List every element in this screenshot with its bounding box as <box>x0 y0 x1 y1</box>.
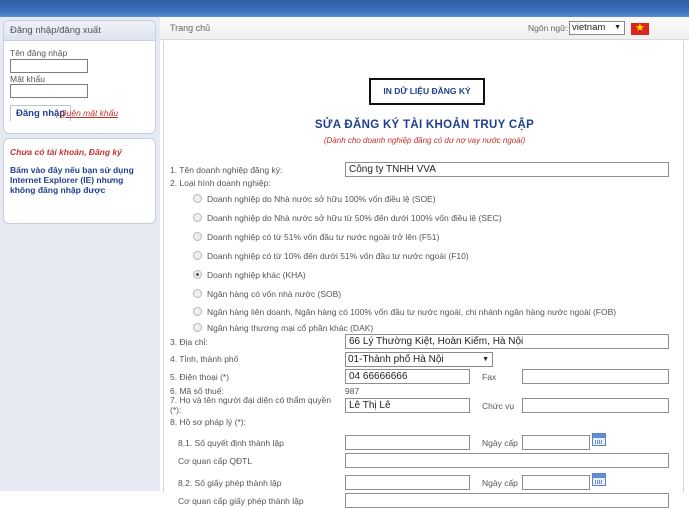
position-input[interactable] <box>522 398 669 413</box>
license-number-input[interactable] <box>345 475 470 490</box>
username-input[interactable] <box>10 59 88 73</box>
decision-issue-date-label: Ngày cấp <box>482 438 518 448</box>
company-type-text: Doanh nghiệp khác (KHA) <box>207 270 306 280</box>
sidebar: Đăng nhập/đăng xuất Tên đăng nhập Mật kh… <box>0 17 160 491</box>
radio-button[interactable] <box>193 251 202 260</box>
fax-label: Fax <box>482 372 497 382</box>
username-label: Tên đăng nhập <box>10 48 68 58</box>
company-name-label: 1. Tên doanh nghiệp đăng ký: <box>170 165 283 175</box>
password-label: Mật khẩu <box>10 74 45 84</box>
main-content: Trang chủ Ngôn ngữ: vietnam ▼ ★ IN DỮ LI… <box>160 17 689 508</box>
decision-authority-input[interactable] <box>345 453 669 468</box>
language-select-value: vietnam <box>572 22 606 33</box>
address-label: 3. Địa chỉ: <box>170 337 208 347</box>
company-type-option[interactable]: Doanh nghiệp do Nhà nước sở hữu 100% vốn… <box>193 194 436 204</box>
company-type-option[interactable]: Doanh nghiệp có từ 51% vốn đầu tư nước n… <box>193 232 439 242</box>
license-issue-date-input[interactable] <box>522 475 590 490</box>
company-type-option[interactable]: Ngân hàng liên doanh, Ngân hàng có 100% … <box>193 307 616 317</box>
radio-button[interactable] <box>193 307 202 316</box>
company-type-text: Doanh nghiệp có từ 10% đến dưới 51% vốn … <box>207 251 469 261</box>
company-type-text: Ngân hàng liên doanh, Ngân hàng có 100% … <box>207 307 617 317</box>
company-type-option[interactable]: Doanh nghiệp do Nhà nước sở hữu từ 50% đ… <box>193 213 502 223</box>
license-authority-label: Cơ quan cấp giấy phép thành lập <box>178 496 304 506</box>
company-type-text: Doanh nghiệp do Nhà nước sở hữu từ 50% đ… <box>207 213 502 223</box>
company-type-option[interactable]: Ngân hàng có vốn nhà nước (SOB) <box>193 289 341 299</box>
page-title: SỬA ĐĂNG KÝ TÀI KHOẢN TRUY CẬP <box>314 119 535 131</box>
tax-code-value: 987 <box>345 386 360 396</box>
register-link[interactable]: Chưa có tài khoản, Đăng ký <box>10 147 122 157</box>
radio-button[interactable] <box>193 194 202 203</box>
license-issue-date-label: Ngày cấp <box>482 478 518 488</box>
company-name-input[interactable]: Công ty TNHH VVA <box>345 162 669 177</box>
decision-authority-label: Cơ quan cấp QĐTL <box>178 456 253 466</box>
language-label: Ngôn ngữ: <box>528 23 569 33</box>
radio-button[interactable] <box>193 323 202 332</box>
address-input[interactable]: 66 Lý Thường Kiệt, Hoàn Kiếm, Hà Nội <box>345 334 669 349</box>
vietnam-flag-icon[interactable]: ★ <box>631 22 649 35</box>
decision-issue-date-input[interactable] <box>522 435 590 450</box>
company-type-text: Doanh nghiệp có từ 51% vốn đầu tư nước n… <box>207 232 440 242</box>
top-banner <box>0 0 689 17</box>
company-type-option[interactable]: Doanh nghiệp khác (KHA) <box>193 270 306 280</box>
phone-label: 5. Điện thoại (*) <box>170 372 230 382</box>
language-select[interactable]: vietnam ▼ <box>569 21 625 35</box>
legal-docs-label: 8. Hồ sơ pháp lý (*): <box>170 417 246 427</box>
login-panel-title: Đăng nhập/đăng xuất <box>4 21 155 41</box>
radio-button[interactable] <box>193 289 202 298</box>
radio-button[interactable] <box>193 213 202 222</box>
breadcrumb-home[interactable]: Trang chủ <box>170 23 210 33</box>
decision-number-label: 8.1. Số quyết định thành lập <box>178 438 284 448</box>
decision-number-input[interactable] <box>345 435 470 450</box>
representative-input[interactable]: Lê Thị Lê <box>345 398 470 413</box>
company-type-text: Ngân hàng thương mại cổ phần khác (DAK) <box>207 323 374 333</box>
radio-button[interactable] <box>193 232 202 241</box>
company-type-option[interactable]: Doanh nghiệp có từ 10% đến dưới 51% vốn … <box>193 251 469 261</box>
print-data-button[interactable]: IN DỮ LIỆU ĐĂNG KÝ <box>369 78 485 105</box>
phone-input[interactable]: 04 66666666 <box>345 369 470 384</box>
calendar-icon[interactable] <box>592 433 606 446</box>
forgot-password-link[interactable]: Quên mật khẩu <box>60 108 118 118</box>
registration-form: IN DỮ LIỆU ĐĂNG KÝ SỬA ĐĂNG KÝ TÀI KHOẢN… <box>163 41 684 508</box>
header-bar: Trang chủ Ngôn ngữ: vietnam ▼ ★ <box>160 17 689 40</box>
password-input[interactable] <box>10 84 88 98</box>
chevron-down-icon: ▼ <box>614 24 621 31</box>
page-subtitle: (Dành cho doanh nghiệp đăng có dư nợ vay… <box>323 136 526 145</box>
position-label: Chức vụ <box>482 401 515 411</box>
radio-button-selected[interactable] <box>193 270 202 279</box>
chevron-down-icon: ▼ <box>482 356 489 363</box>
company-type-option[interactable]: Ngân hàng thương mại cổ phần khác (DAK) <box>193 323 373 333</box>
license-number-label: 8.2. Số giấy phép thành lập <box>178 478 282 488</box>
fax-input[interactable] <box>522 369 669 384</box>
ie-notice-link[interactable]: Bấm vào đây nếu bạn sử dụng Internet Exp… <box>10 165 150 195</box>
company-type-text: Ngân hàng có vốn nhà nước (SOB) <box>207 289 342 299</box>
calendar-icon[interactable] <box>592 473 606 486</box>
province-select-value: 01-Thành phố Hà Nội <box>348 354 444 365</box>
login-panel: Đăng nhập/đăng xuất Tên đăng nhập Mật kh… <box>3 20 156 134</box>
license-authority-input[interactable] <box>345 493 669 508</box>
representative-label: 7. Họ và tên người đại diện có thẩm quyề… <box>170 395 332 415</box>
company-type-label: 2. Loại hình doanh nghiệp: <box>170 178 271 188</box>
province-label: 4. Tỉnh, thành phố <box>170 354 239 364</box>
province-select[interactable]: 01-Thành phố Hà Nội ▼ <box>345 352 493 367</box>
company-type-text: Doanh nghiệp do Nhà nước sở hữu 100% vốn… <box>207 194 436 204</box>
register-panel: Chưa có tài khoản, Đăng ký Bấm vào đây n… <box>3 138 156 224</box>
